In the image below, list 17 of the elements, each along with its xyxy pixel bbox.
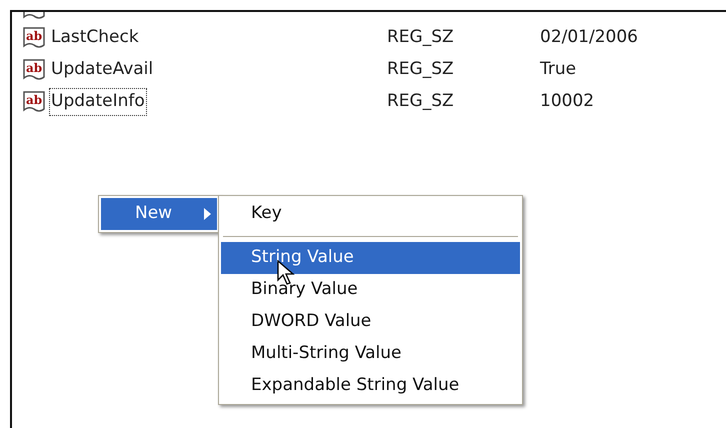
- menu-item[interactable]: String Value: [221, 242, 520, 274]
- menu-item[interactable]: Key: [221, 198, 520, 230]
- value-type: REG_SZ: [387, 26, 455, 50]
- value-name[interactable]: LastCheck: [49, 24, 141, 52]
- menu-item[interactable]: Expandable String Value: [221, 370, 520, 402]
- value-type: REG_SZ: [387, 90, 455, 114]
- value-data: True: [540, 58, 576, 82]
- value-name[interactable]: UpdateAvail: [49, 56, 156, 84]
- menu-item[interactable]: Multi-String Value: [221, 338, 520, 370]
- menu-item[interactable]: New: [101, 198, 217, 230]
- value-name[interactable]: UpdateInfo: [49, 88, 147, 116]
- value-data: 10002: [540, 90, 594, 114]
- menu-item[interactable]: Binary Value: [221, 274, 520, 306]
- value-data: 02/01/2006: [540, 26, 638, 50]
- value-type: REG_SZ: [387, 58, 455, 82]
- submenu-arrow-icon: [204, 208, 211, 220]
- menu-item[interactable]: DWORD Value: [221, 306, 520, 338]
